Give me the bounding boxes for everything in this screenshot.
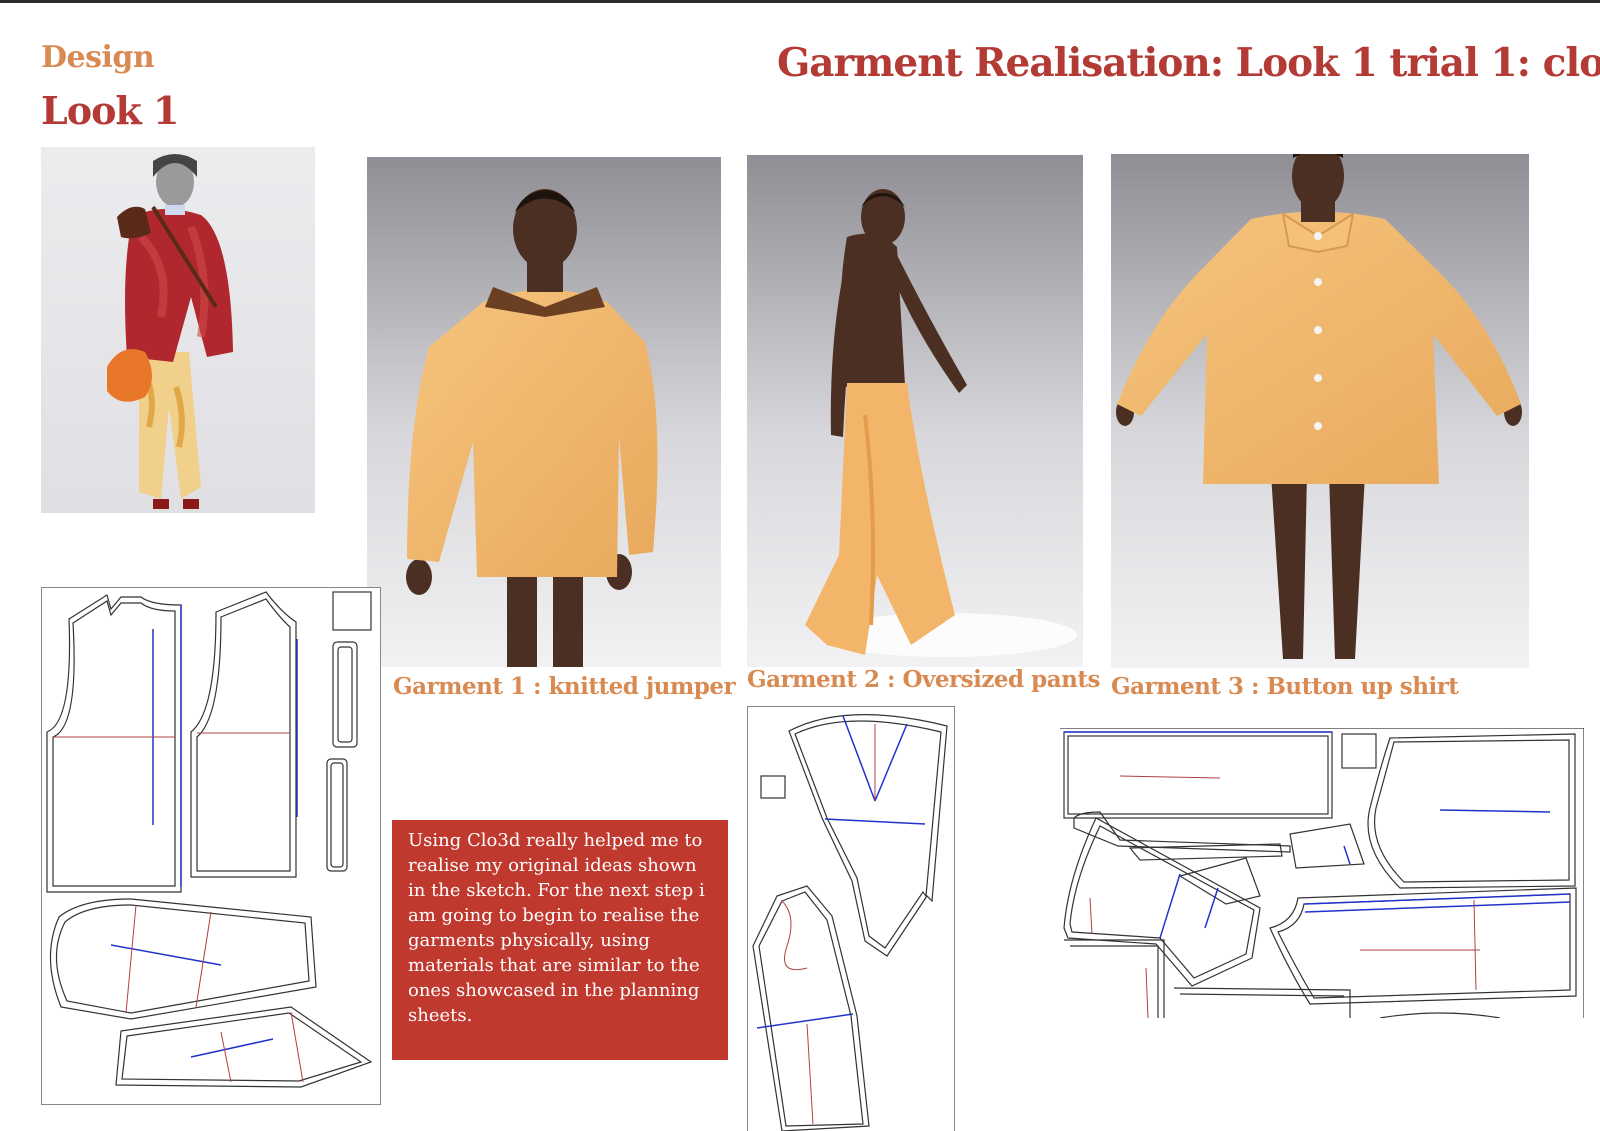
reflection-note: Using Clo3d really helped me to realise … [392, 820, 728, 1060]
top-border [0, 0, 1600, 3]
garment-3-caption: Garment 3 : Button up shirt [1111, 673, 1459, 700]
pattern-sheet-shirt [1060, 728, 1584, 1018]
reflection-note-text: Using Clo3d really helped me to realise … [408, 830, 705, 1026]
garment-1-caption: Garment 1 : knitted jumper [393, 673, 736, 700]
garment-2-render [747, 155, 1083, 667]
garment-3-render [1111, 154, 1529, 668]
garment-2-caption: Garment 2 : Oversized pants [747, 666, 1100, 693]
design-label: Design [41, 40, 155, 75]
garment-1-render [367, 157, 721, 667]
page-title: Garment Realisation: Look 1 trial 1: clo… [777, 40, 1600, 86]
design-sketch-image [41, 147, 315, 513]
pattern-sheet-pants [747, 706, 955, 1131]
pattern-sheet-jumper [41, 587, 381, 1105]
look-title: Look 1 [41, 88, 179, 133]
